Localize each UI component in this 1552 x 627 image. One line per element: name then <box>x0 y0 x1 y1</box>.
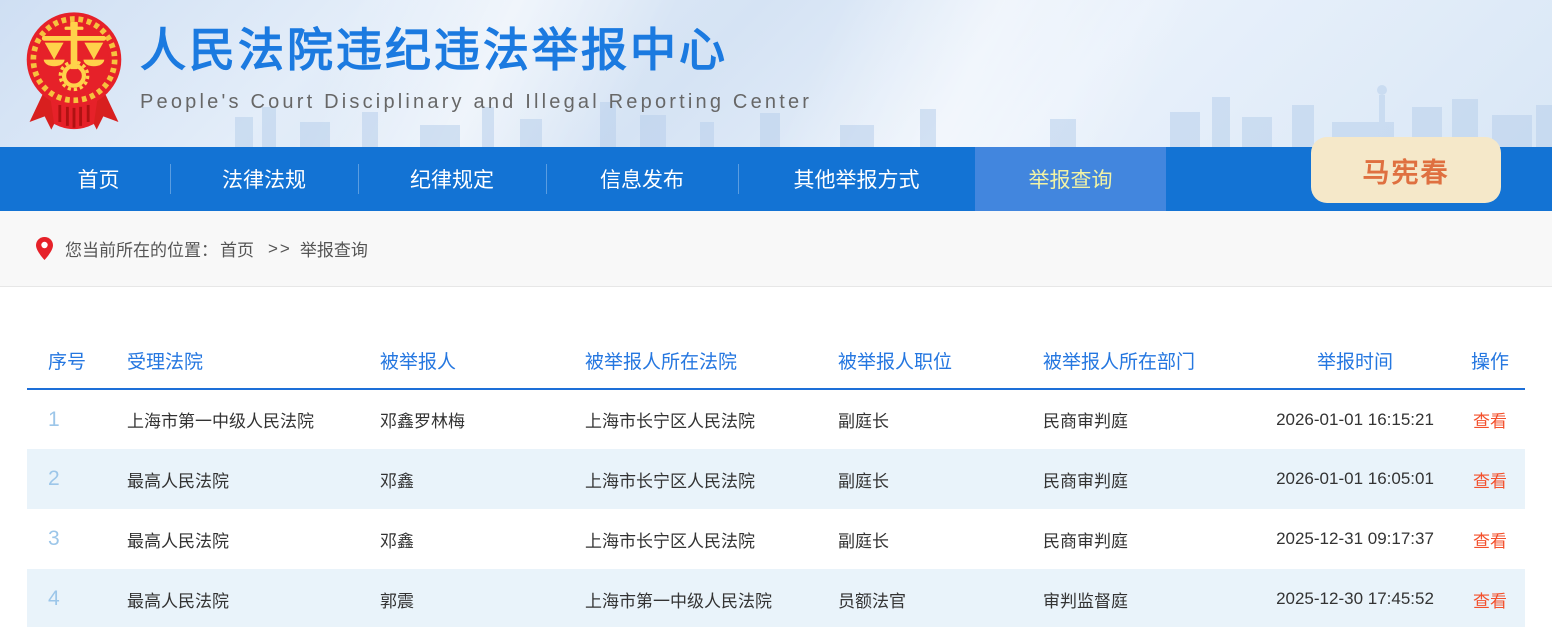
column-header-reported-person: 被举报人 <box>380 333 585 389</box>
column-header-position: 被举报人职位 <box>838 333 1043 389</box>
nav-item-news[interactable]: 信息发布 <box>546 147 738 211</box>
cell-report-time: 2025-12-30 17:45:52 <box>1255 569 1455 627</box>
cell-department: 民商审判庭 <box>1043 509 1255 569</box>
title-block: 人民法院违纪违法举报中心 People's Court Disciplinary… <box>140 24 812 114</box>
cell-position: 副庭长 <box>838 509 1043 569</box>
breadcrumb-home-link[interactable]: 首页 <box>220 236 254 261</box>
column-header-index: 序号 <box>27 333 127 389</box>
column-header-report-time: 举报时间 <box>1255 333 1455 389</box>
table-row: 3 最高人民法院 邓鑫 上海市长宁区人民法院 副庭长 民商审判庭 2025-12… <box>27 509 1525 569</box>
report-table: 序号 受理法院 被举报人 被举报人所在法院 被举报人职位 被举报人所在部门 举报… <box>27 333 1525 627</box>
cell-person-court: 上海市第一中级人民法院 <box>585 569 838 627</box>
cell-index: 4 <box>27 569 127 627</box>
column-header-accepting-court: 受理法院 <box>127 333 380 389</box>
breadcrumb-separator: >> <box>268 239 292 259</box>
cell-person-court: 上海市长宁区人民法院 <box>585 449 838 509</box>
table-row: 2 最高人民法院 邓鑫 上海市长宁区人民法院 副庭长 民商审判庭 2026-01… <box>27 449 1525 509</box>
cell-accepting-court: 最高人民法院 <box>127 449 380 509</box>
column-header-department: 被举报人所在部门 <box>1043 333 1255 389</box>
cell-reported-person: 郭震 <box>380 569 585 627</box>
nav-item-report-query[interactable]: 举报查询 <box>975 147 1166 211</box>
column-header-person-court: 被举报人所在法院 <box>585 333 838 389</box>
page: 人民法院违纪违法举报中心 People's Court Disciplinary… <box>0 0 1552 627</box>
site-header: 人民法院违纪违法举报中心 People's Court Disciplinary… <box>0 0 1552 147</box>
column-header-action: 操作 <box>1455 333 1525 389</box>
cell-report-time: 2026-01-01 16:05:01 <box>1255 449 1455 509</box>
cell-reported-person: 邓鑫 <box>380 509 585 569</box>
cell-person-court: 上海市长宁区人民法院 <box>585 389 838 449</box>
report-table-section: 序号 受理法院 被举报人 被举报人所在法院 被举报人职位 被举报人所在部门 举报… <box>27 333 1525 627</box>
cell-reported-person: 邓鑫罗林梅 <box>380 389 585 449</box>
cell-department: 审判监督庭 <box>1043 569 1255 627</box>
breadcrumb-label: 您当前所在的位置： <box>65 236 218 261</box>
site-subtitle-en: People's Court Disciplinary and Illegal … <box>140 91 812 114</box>
cell-report-time: 2025-12-31 09:17:37 <box>1255 509 1455 569</box>
view-link[interactable]: 查看 <box>1473 592 1507 611</box>
table-row: 4 最高人民法院 郭震 上海市第一中级人民法院 员额法官 审判监督庭 2025-… <box>27 569 1525 627</box>
court-emblem-logo <box>22 8 126 134</box>
main-nav: 首页 法律法规 纪律规定 信息发布 其他举报方式 举报查询 马宪春 <box>0 147 1552 211</box>
cell-accepting-court: 最高人民法院 <box>127 569 380 627</box>
view-link[interactable]: 查看 <box>1473 472 1507 491</box>
cell-department: 民商审判庭 <box>1043 389 1255 449</box>
cell-position: 副庭长 <box>838 449 1043 509</box>
view-link[interactable]: 查看 <box>1473 532 1507 551</box>
cell-position: 员额法官 <box>838 569 1043 627</box>
nav-item-home[interactable]: 首页 <box>27 147 170 211</box>
cell-index: 2 <box>27 449 127 509</box>
breadcrumb: 您当前所在的位置： 首页 >> 举报查询 <box>0 211 1552 287</box>
nav-item-discipline-rules[interactable]: 纪律规定 <box>358 147 546 211</box>
user-badge[interactable]: 马宪春 <box>1311 137 1501 203</box>
table-row: 1 上海市第一中级人民法院 邓鑫罗林梅 上海市长宁区人民法院 副庭长 民商审判庭… <box>27 389 1525 449</box>
cell-index: 1 <box>27 389 127 449</box>
cell-report-time: 2026-01-01 16:15:21 <box>1255 389 1455 449</box>
cell-accepting-court: 最高人民法院 <box>127 509 380 569</box>
cell-position: 副庭长 <box>838 389 1043 449</box>
breadcrumb-current: 举报查询 <box>300 236 368 261</box>
location-pin-icon <box>36 237 53 260</box>
site-title: 人民法院违纪违法举报中心 <box>140 24 812 77</box>
cell-reported-person: 邓鑫 <box>380 449 585 509</box>
nav-item-other-report-methods[interactable]: 其他举报方式 <box>738 147 975 211</box>
cell-department: 民商审判庭 <box>1043 449 1255 509</box>
cell-person-court: 上海市长宁区人民法院 <box>585 509 838 569</box>
table-header-row: 序号 受理法院 被举报人 被举报人所在法院 被举报人职位 被举报人所在部门 举报… <box>27 333 1525 389</box>
cell-accepting-court: 上海市第一中级人民法院 <box>127 389 380 449</box>
nav-item-laws[interactable]: 法律法规 <box>170 147 358 211</box>
view-link[interactable]: 查看 <box>1473 412 1507 431</box>
cell-index: 3 <box>27 509 127 569</box>
